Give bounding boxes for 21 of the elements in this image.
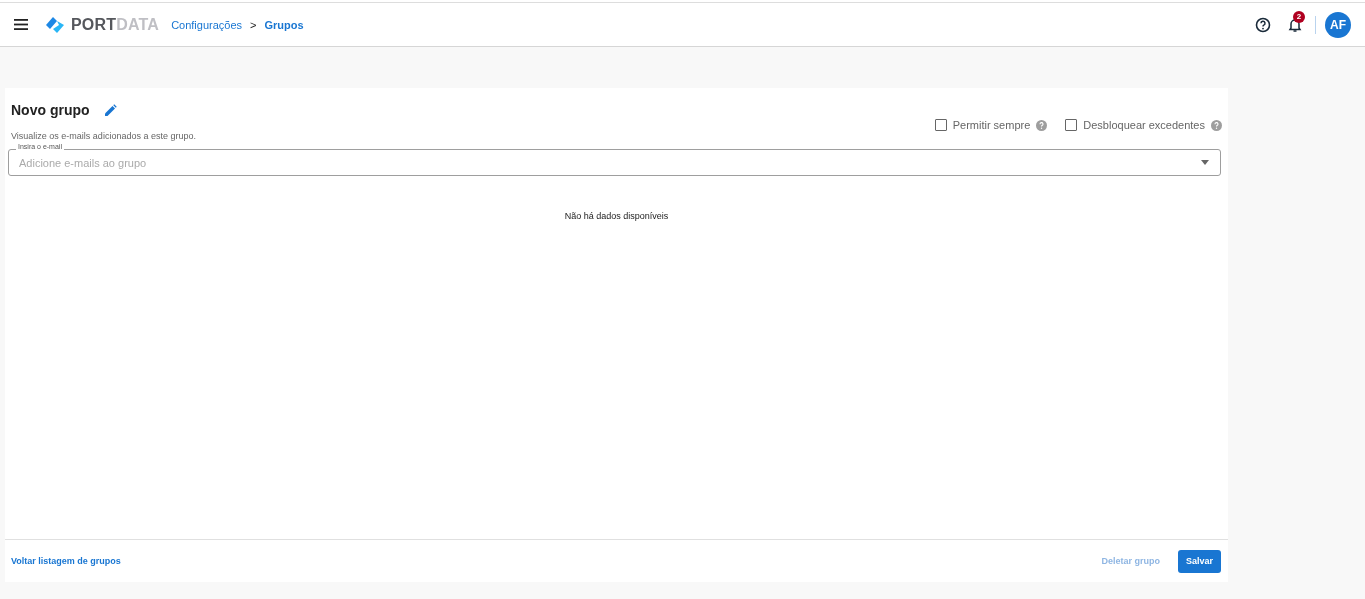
save-button[interactable]: Salvar: [1177, 549, 1221, 573]
group-title: Novo grupo: [11, 102, 90, 118]
caret-icon[interactable]: [1201, 160, 1209, 165]
checkbox-label: Desbloquear excedentes: [1083, 119, 1205, 131]
pencil-icon[interactable]: [103, 103, 117, 117]
logo-text: PORTDATA: [71, 15, 160, 34]
logo-icon: [44, 15, 66, 34]
back-link[interactable]: Voltar listagem de grupos: [11, 556, 121, 566]
breadcrumb-separator: >: [250, 18, 257, 31]
group-description: Visualize os e-mails adicionados a este grupo.: [11, 131, 197, 141]
breadcrumb-link[interactable]: Configurações: [171, 18, 243, 31]
user-avatar[interactable]: AF: [1325, 11, 1351, 38]
notification-badge: 2: [1293, 10, 1305, 23]
empty-message: Não há dados disponíveis: [564, 211, 669, 221]
checkbox[interactable]: [934, 119, 947, 131]
menu-icon[interactable]: [14, 19, 28, 30]
checkbox[interactable]: [1065, 119, 1078, 131]
checkbox-label: Permitir sempre: [952, 119, 1031, 131]
help-icon[interactable]: [1255, 16, 1271, 33]
breadcrumb-link[interactable]: Grupos: [264, 18, 304, 31]
email-field[interactable]: Adicione e-mails ao grupo: [8, 149, 1221, 176]
